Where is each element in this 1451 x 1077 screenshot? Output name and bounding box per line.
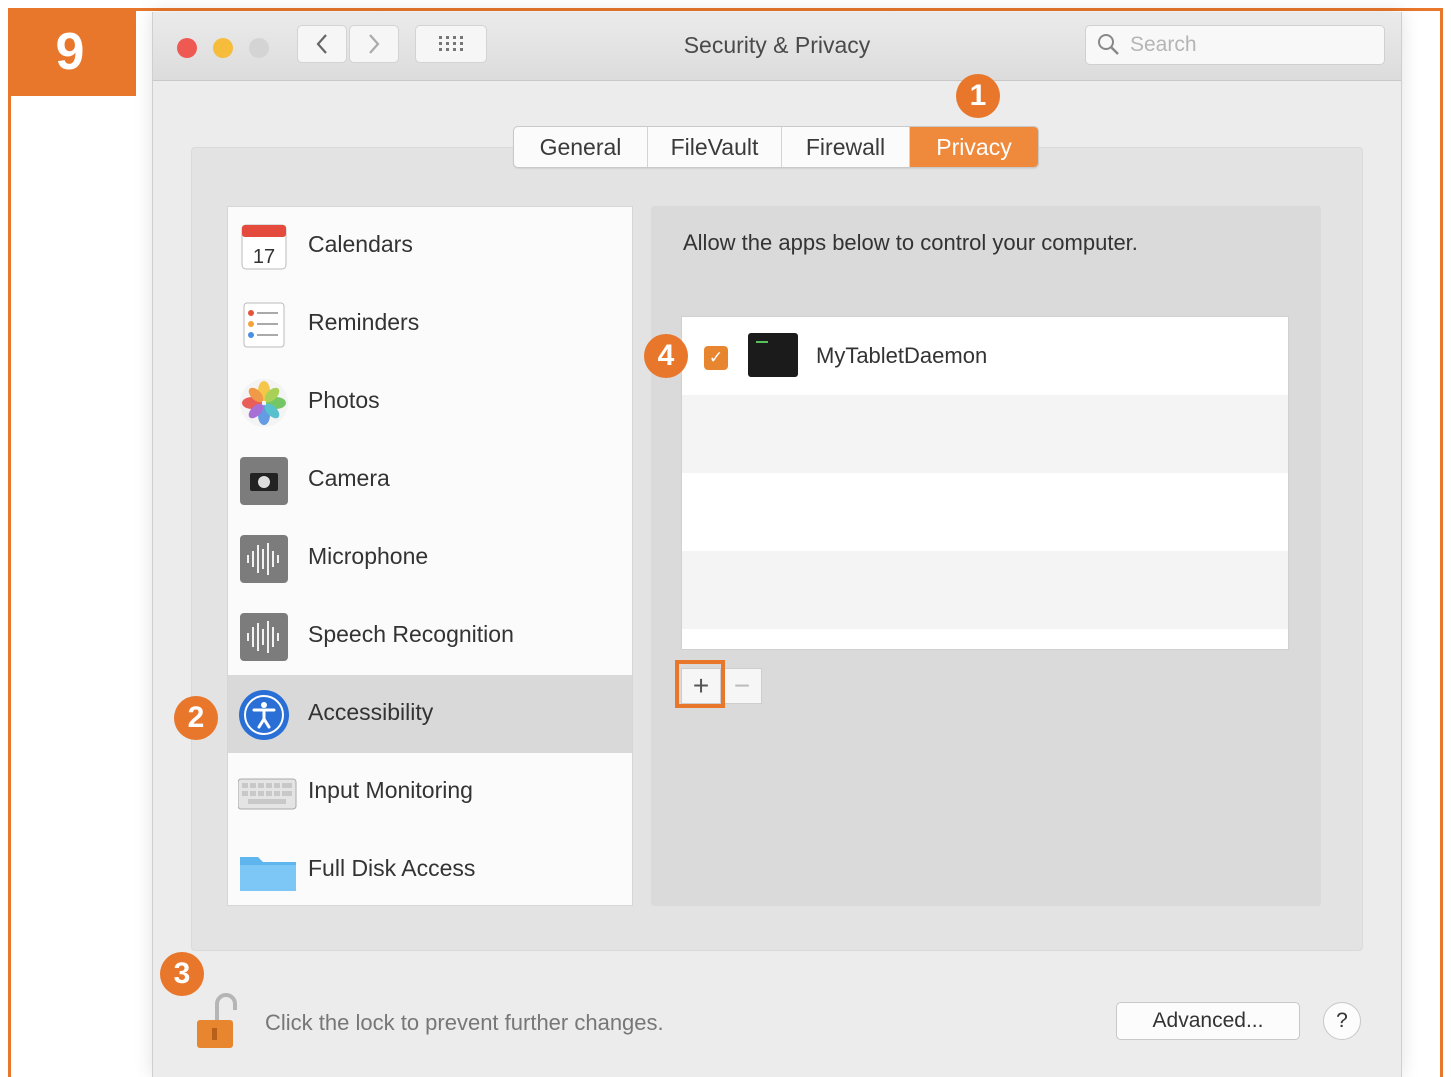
sidebar-item-calendars[interactable]: 17 Calendars [228,207,632,285]
keyboard-icon [237,767,297,819]
privacy-category-list: 17 Calendars Reminders Photos Camera Mic… [227,206,633,906]
sidebar-item-camera[interactable]: Camera [228,441,632,519]
tab-filevault[interactable]: FileVault [648,127,782,167]
sidebar-item-label: Full Disk Access [308,855,476,881]
sidebar-item-label: Microphone [308,543,429,569]
accessibility-icon [238,689,290,741]
sidebar-item-label: Accessibility [308,699,434,725]
unlocked-padlock-icon [197,993,237,1048]
panel-description: Allow the apps below to control your com… [683,230,1138,255]
sidebar-item-full-disk-access[interactable]: Full Disk Access [228,831,632,909]
list-item-empty [682,395,1288,473]
search-placeholder: Search [1130,33,1197,56]
advanced-button[interactable]: Advanced... [1116,1002,1300,1040]
sidebar-item-input-monitoring[interactable]: Input Monitoring [228,753,632,831]
photos-icon [238,377,290,429]
callout-4: 4 [644,334,688,378]
callout-3: 3 [160,952,204,996]
camera-icon [238,455,290,507]
folder-icon [238,845,296,897]
remove-app-button[interactable]: − [722,668,762,704]
title-bar: Security & Privacy Search [153,12,1401,81]
search-icon [1098,34,1119,55]
preferences-window: Security & Privacy Search General FileVa… [152,12,1402,1077]
sidebar-item-photos[interactable]: Photos [228,363,632,441]
add-button-highlight [675,660,725,708]
sidebar-item-label: Reminders [308,309,420,335]
tab-bar: General FileVault Firewall Privacy [513,126,1039,168]
sidebar-item-label: Speech Recognition [308,621,514,647]
sidebar-item-label: Camera [308,465,390,491]
callout-1: 1 [956,74,1000,118]
sidebar-item-accessibility[interactable]: Accessibility [228,675,632,753]
terminal-app-icon [748,333,798,377]
callout-2: 2 [174,696,218,740]
reminders-icon [238,299,290,351]
sidebar-item-label: Calendars [308,231,413,257]
app-name: MyTabletDaemon [816,343,988,368]
lock-button[interactable] [195,990,239,1050]
speech-recognition-icon [238,611,290,663]
allowed-apps-list: ✓ MyTabletDaemon [681,316,1289,650]
sidebar-item-label: Input Monitoring [308,777,473,803]
sidebar-item-label: Photos [308,387,380,413]
svg-text:17: 17 [253,246,275,268]
tab-general[interactable]: General [514,127,648,167]
tab-firewall[interactable]: Firewall [782,127,910,167]
sidebar-item-reminders[interactable]: Reminders [228,285,632,363]
microphone-icon [238,533,290,585]
search-field[interactable]: Search [1085,25,1385,65]
calendar-icon: 17 [238,221,290,273]
help-button[interactable]: ? [1323,1002,1361,1040]
sidebar-item-microphone[interactable]: Microphone [228,519,632,597]
app-checkbox[interactable]: ✓ [704,346,728,370]
list-item-empty [682,473,1288,551]
list-item[interactable]: ✓ MyTabletDaemon [682,317,1288,395]
add-remove-controls: + − [675,660,769,708]
sidebar-item-speech-recognition[interactable]: Speech Recognition [228,597,632,675]
step-number-badge: 9 [8,8,136,96]
privacy-detail-panel: Allow the apps below to control your com… [651,206,1321,906]
lock-status-text: Click the lock to prevent further change… [265,1010,664,1035]
checkmark-icon: ✓ [708,348,724,367]
tab-privacy[interactable]: Privacy [910,127,1038,167]
list-item-empty [682,551,1288,629]
